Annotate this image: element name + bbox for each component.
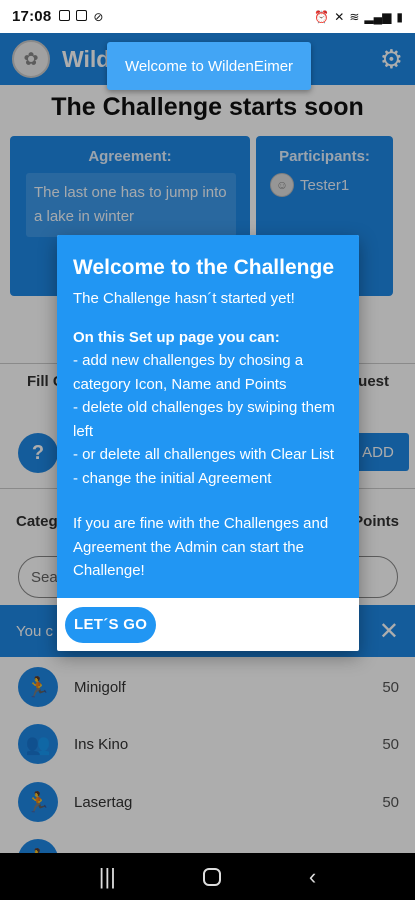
welcome-dialog: Welcome to the Challenge The Challenge h… (57, 235, 359, 651)
dialog-line: - change the initial Agreement (73, 469, 272, 487)
dialog-line: - add new challenges by chosing a (73, 352, 304, 369)
dialog-line: - or delete all challenges with Clear Li… (73, 446, 334, 463)
status-time: 17:08 (12, 8, 52, 25)
calendar-icon (59, 9, 71, 21)
system-nav-bar: ||| ‹ (0, 853, 415, 900)
dialog-setup-heading: On this Set up page you can: (73, 329, 280, 346)
vibrate-icon: ✕ (334, 9, 345, 24)
home-icon[interactable] (203, 867, 222, 886)
wifi-icon: ≋ (349, 9, 360, 24)
recent-apps-icon[interactable]: ||| (99, 864, 116, 890)
status-bar: 17:08 ⊘ ⏰ ✕ ≋ ▂▄▆ ▮ (0, 0, 415, 33)
dialog-closing-line: Challenge! (73, 562, 145, 579)
mute-icon: ⊘ (93, 9, 104, 24)
back-icon[interactable]: ‹ (309, 864, 316, 890)
welcome-toast: Welcome to WildenEimer (107, 42, 311, 90)
dialog-closing-line: If you are fine with the Challenges and (73, 515, 329, 532)
lets-go-button[interactable]: LET´S GO (65, 606, 157, 643)
dialog-title: Welcome to the Challenge (73, 256, 334, 279)
battery-icon: ▮ (396, 9, 403, 24)
alarm-icon: ⏰ (314, 9, 330, 24)
dialog-line: category Icon, Name and Points (73, 375, 287, 393)
app-screen: ✿ Wild ⚙ Welcome to WildenEimer The Chal… (0, 33, 415, 853)
dialog-subtitle: The Challenge hasn´t started yet! (73, 290, 295, 307)
signal-icon: ▂▄▆ (364, 9, 392, 24)
dialog-line: - delete old challenges by swiping them (73, 399, 335, 416)
dialog-line: left (73, 422, 94, 440)
image-icon (76, 9, 88, 21)
dialog-closing-line: Agreement the Admin can start the (73, 538, 304, 556)
